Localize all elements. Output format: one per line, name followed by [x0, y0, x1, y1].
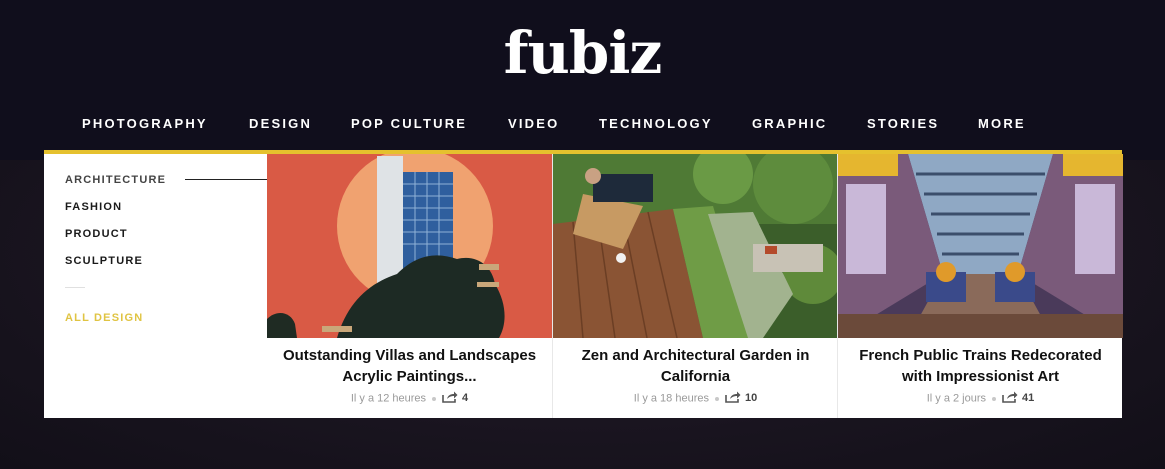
share-icon[interactable]	[442, 391, 458, 406]
submenu-item-sculpture[interactable]: SCULPTURE	[65, 255, 143, 267]
share-count: 4	[462, 392, 469, 405]
article-title[interactable]: Zen and Architectural Garden in Californ…	[553, 345, 838, 387]
article-meta: Il y a 12 heures 4	[267, 391, 552, 406]
nav-item-technology[interactable]: TECHNOLOGY	[599, 116, 713, 131]
submenu-item-fashion[interactable]: FASHION	[65, 201, 122, 213]
article-card[interactable]: Outstanding Villas and Landscapes Acryli…	[267, 154, 552, 418]
submenu-item-product[interactable]: PRODUCT	[65, 228, 128, 240]
submenu-divider	[65, 287, 85, 288]
article-thumbnail-garden[interactable]	[553, 154, 838, 338]
meta-separator-dot	[992, 396, 997, 401]
article-time: Il y a 18 heures	[633, 392, 709, 405]
share-icon[interactable]	[1002, 391, 1018, 406]
article-title[interactable]: French Public Trains Redecorated with Im…	[838, 345, 1123, 387]
share-count: 41	[1022, 392, 1035, 405]
site-logo[interactable]: fubiz	[0, 18, 1165, 88]
submenu-all-design-link[interactable]: ALL DESIGN	[65, 312, 143, 324]
nav-item-more[interactable]: MORE	[978, 116, 1026, 131]
article-thumbnail-painting[interactable]	[267, 154, 552, 338]
design-dropdown-panel: ARCHITECTURE FASHION PRODUCT SCULPTURE A…	[44, 150, 1123, 418]
share-count: 10	[744, 392, 758, 405]
article-time: Il y a 12 heures	[350, 392, 427, 405]
submenu-item-architecture[interactable]: ARCHITECTURE	[65, 174, 166, 186]
site-header: fubiz PHOTOGRAPHY DESIGN POP CULTURE VID…	[0, 0, 1165, 160]
article-meta: Il y a 2 jours 41	[838, 391, 1123, 406]
nav-item-graphic[interactable]: GRAPHIC	[752, 116, 827, 131]
main-nav: PHOTOGRAPHY DESIGN POP CULTURE VIDEO TEC…	[0, 116, 1165, 134]
nav-item-stories[interactable]: STORIES	[867, 116, 939, 131]
article-title[interactable]: Outstanding Villas and Landscapes Acryli…	[267, 345, 552, 387]
nav-item-video[interactable]: VIDEO	[508, 116, 559, 131]
nav-item-pop-culture[interactable]: POP CULTURE	[351, 116, 467, 131]
article-thumbnail-train[interactable]	[838, 154, 1123, 338]
meta-separator-dot	[432, 396, 437, 401]
design-submenu: ARCHITECTURE FASHION PRODUCT SCULPTURE A…	[44, 154, 297, 418]
share-icon[interactable]	[725, 391, 741, 406]
nav-item-design[interactable]: DESIGN	[249, 116, 312, 131]
article-time: Il y a 2 jours	[926, 392, 987, 405]
nav-item-photography[interactable]: PHOTOGRAPHY	[82, 116, 208, 131]
article-meta: Il y a 18 heures 10	[553, 391, 838, 406]
article-card[interactable]: French Public Trains Redecorated with Im…	[837, 154, 1123, 418]
meta-separator-dot	[714, 396, 719, 401]
article-card[interactable]: Zen and Architectural Garden in Californ…	[552, 154, 838, 418]
